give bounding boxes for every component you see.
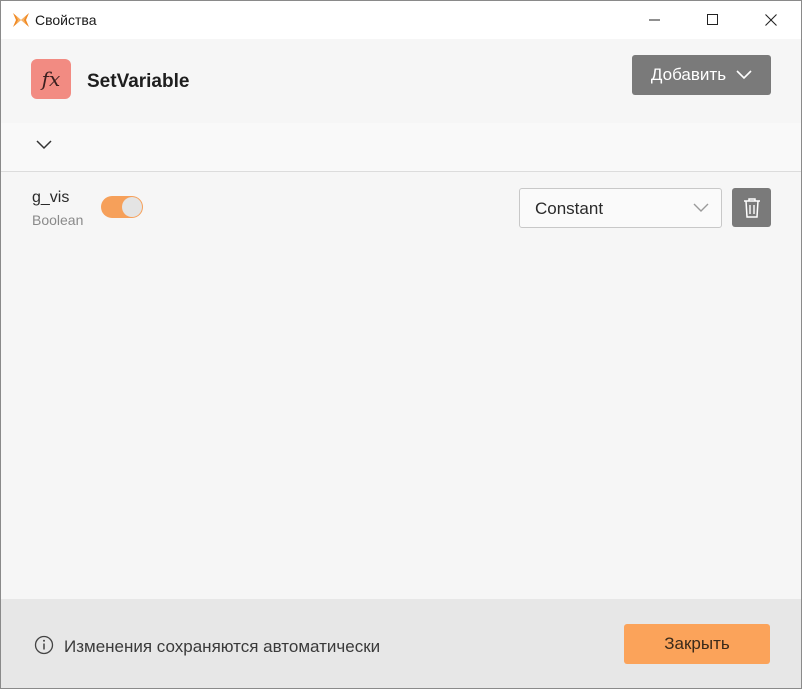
title-bar: Свойства [1, 1, 801, 39]
close-button-label: Закрыть [664, 634, 730, 653]
value-toggle[interactable] [101, 196, 143, 218]
maximize-icon [707, 14, 718, 25]
variable-row: g_vis Boolean Constant [1, 173, 801, 243]
minimize-button[interactable] [626, 1, 684, 39]
window-title: Свойства [35, 12, 97, 28]
delete-button[interactable] [732, 188, 771, 227]
close-button[interactable]: Закрыть [624, 624, 770, 664]
variable-name: g_vis [32, 189, 70, 206]
mode-select-value: Constant [535, 199, 604, 218]
collapse-chevron-icon[interactable] [35, 139, 53, 151]
trash-icon [743, 197, 760, 218]
butterfly-logo-icon [13, 13, 29, 27]
mode-select[interactable]: Constant [519, 188, 722, 228]
chevron-down-icon [693, 203, 709, 212]
close-window-button[interactable] [742, 1, 800, 39]
function-icon-label: fx [41, 67, 61, 91]
node-header: fx SetVariable Добавить [1, 39, 801, 123]
toggle-knob [122, 197, 142, 217]
autosave-info-text: Изменения сохраняются автоматически [64, 637, 381, 656]
collapse-section [1, 123, 801, 172]
info-icon [34, 635, 54, 655]
maximize-button[interactable] [684, 1, 742, 39]
variable-type: Boolean [32, 212, 84, 228]
footer: Изменения сохраняются автоматически Закр… [1, 599, 801, 688]
add-button-label: Добавить [650, 65, 727, 84]
node-title: SetVariable [87, 71, 190, 92]
function-icon: fx [31, 59, 71, 99]
add-button[interactable]: Добавить [632, 55, 771, 95]
properties-window: Свойства fx SetVariable Добавить g_vis B… [0, 0, 802, 689]
close-icon [765, 14, 777, 26]
chevron-down-icon [736, 70, 752, 80]
minimize-icon [649, 19, 660, 21]
